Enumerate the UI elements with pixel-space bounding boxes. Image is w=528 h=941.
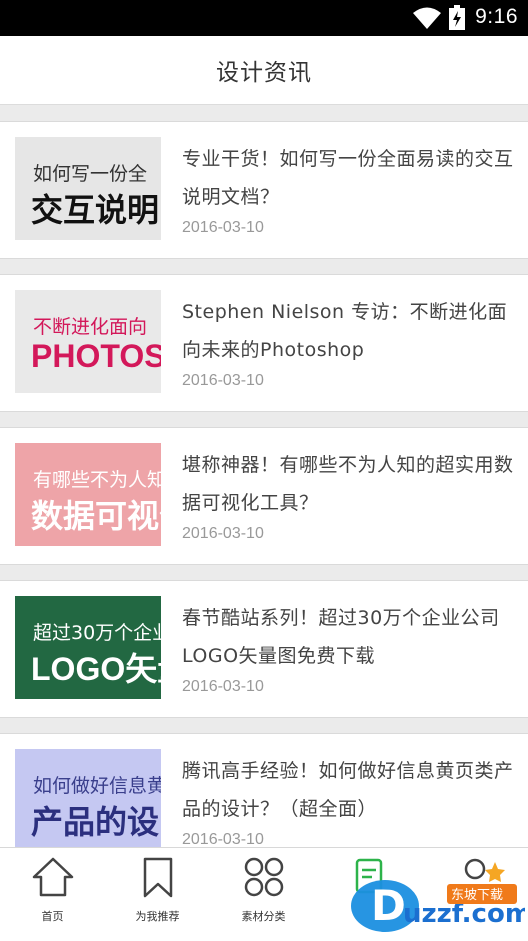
battery-charging-icon bbox=[449, 5, 465, 30]
article-feed[interactable]: 如何写一份全 交互说明 专业干货！如何写一份全面易读的交互说明文档？ 2016-… bbox=[0, 105, 528, 847]
thumbnail-caption: 不断进化面向 bbox=[33, 316, 148, 338]
home-icon bbox=[32, 857, 74, 897]
thumbnail-headline: 交互说明 bbox=[31, 192, 160, 228]
bookmark-icon bbox=[143, 857, 173, 898]
article-date: 2016-03-10 bbox=[182, 219, 264, 236]
thumbnail-headline: LOGO矢量 bbox=[31, 651, 161, 687]
tab-label: 素材分类 bbox=[241, 910, 286, 923]
article-thumbnail: 有哪些不为人知 数据可视化 bbox=[15, 443, 161, 546]
thumbnail-headline: 数据可视化 bbox=[31, 498, 161, 534]
article-title: 专业干货！如何写一份全面易读的交互说明文档？ bbox=[182, 148, 514, 208]
article-thumbnail: 不断进化面向 PHOTOSHOP bbox=[15, 290, 161, 393]
page-title: 设计资讯 bbox=[216, 60, 312, 86]
wifi-icon bbox=[413, 7, 441, 29]
tab-label: 为我推荐 bbox=[135, 910, 180, 923]
article-title: 春节酷站系列！超过30万个企业公司LOGO矢量图免费下载 bbox=[182, 607, 500, 667]
article-card[interactable]: 如何做好信息黄 产品的设 腾讯高手经验！如何做好信息黄页类产品的设计？（超全面）… bbox=[0, 733, 528, 847]
thumbnail-caption: 如何写一份全 bbox=[33, 163, 148, 185]
article-thumbnail: 如何做好信息黄 产品的设 bbox=[15, 749, 161, 847]
article-date: 2016-03-10 bbox=[182, 678, 264, 695]
svg-text:D: D bbox=[371, 881, 406, 930]
article-thumbnail: 如何写一份全 交互说明 bbox=[15, 137, 161, 240]
article-date: 2016-03-10 bbox=[182, 372, 264, 389]
watermark-tag: 东坡下载 bbox=[451, 888, 503, 903]
article-card[interactable]: 如何写一份全 交互说明 专业干货！如何写一份全面易读的交互说明文档？ 2016-… bbox=[0, 121, 528, 259]
article-date: 2016-03-10 bbox=[182, 525, 264, 542]
tab-home[interactable]: 首页 bbox=[0, 848, 105, 941]
article-card[interactable]: 不断进化面向 PHOTOSHOP Stephen Nielson 专访：不断进化… bbox=[0, 274, 528, 412]
thumbnail-caption: 如何做好信息黄 bbox=[33, 775, 161, 797]
article-thumbnail: 超过30万个企业 LOGO矢量 bbox=[15, 596, 161, 699]
tab-recommend[interactable]: 为我推荐 bbox=[105, 848, 210, 941]
thumbnail-caption: 有哪些不为人知 bbox=[33, 469, 161, 491]
thumbnail-headline: PHOTOSHOP bbox=[31, 338, 161, 374]
thumbnail-caption: 超过30万个企业 bbox=[33, 622, 161, 644]
thumbnail-headline: 产品的设 bbox=[31, 804, 160, 840]
status-bar: 9:16 bbox=[0, 0, 528, 36]
tab-materials[interactable]: 素材分类 bbox=[211, 848, 316, 941]
article-date: 2016-03-10 bbox=[182, 831, 264, 847]
uzzf-watermark-logo: D uzzf.com 东坡下载 bbox=[351, 862, 525, 932]
article-title: 堪称神器！有哪些不为人知的超实用数据可视化工具？ bbox=[182, 454, 514, 514]
article-title: Stephen Nielson 专访：不断进化面向未来的Photoshop bbox=[182, 301, 508, 361]
status-time: 9:16 bbox=[475, 5, 518, 28]
article-card[interactable]: 有哪些不为人知 数据可视化 堪称神器！有哪些不为人知的超实用数据可视化工具？ 2… bbox=[0, 427, 528, 565]
grid-icon bbox=[244, 857, 284, 897]
article-card[interactable]: 超过30万个企业 LOGO矢量 春节酷站系列！超过30万个企业公司LOGO矢量图… bbox=[0, 580, 528, 718]
article-title: 腾讯高手经验！如何做好信息黄页类产品的设计？（超全面） bbox=[182, 760, 514, 820]
title-bar: 设计资讯 bbox=[0, 36, 528, 105]
tab-label: 首页 bbox=[41, 910, 64, 923]
